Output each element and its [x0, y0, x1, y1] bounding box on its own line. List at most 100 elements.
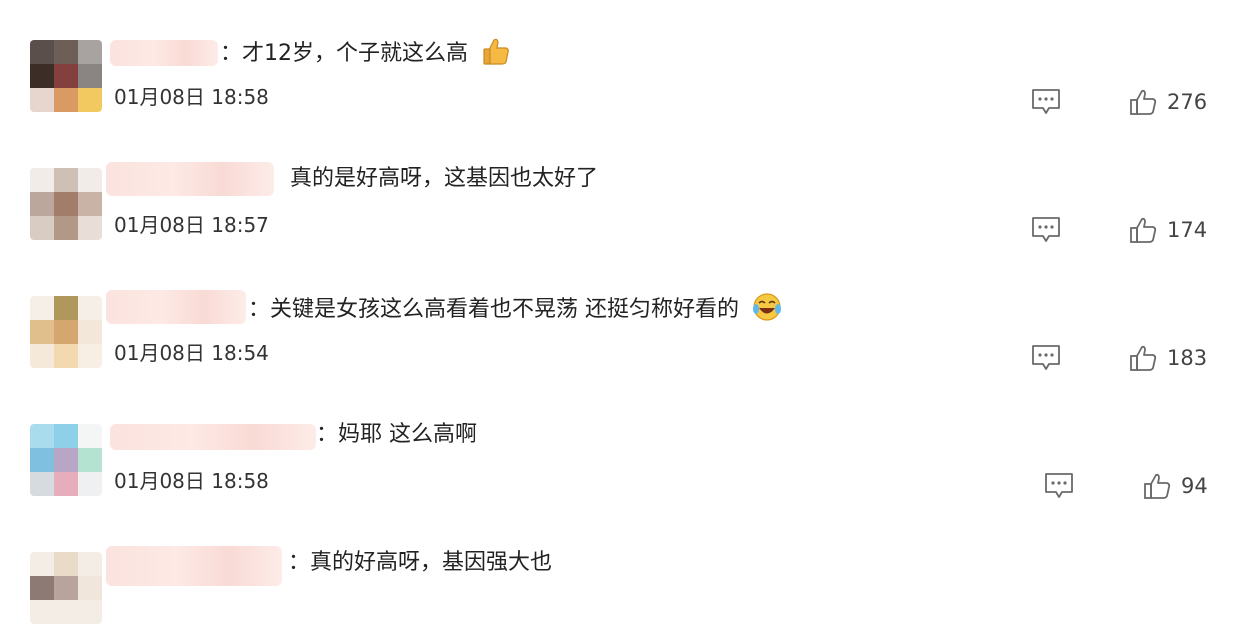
avatar[interactable] [30, 424, 102, 496]
avatar-pixel [54, 424, 78, 448]
timestamp: 01月08日 18:57 [114, 212, 269, 238]
reply-comment-icon[interactable] [1031, 344, 1061, 372]
avatar-pixel [30, 424, 54, 448]
avatar-pixel [30, 296, 54, 320]
avatar-pixel [30, 472, 54, 496]
comment-item: ：真的好高呀，基因强大也 [0, 512, 1236, 624]
avatar-pixel [54, 472, 78, 496]
avatar-pixel [78, 296, 102, 320]
comment-body: 真的好高呀，基因强大也 [310, 550, 553, 575]
time-text: 18:57 [211, 213, 269, 237]
avatar[interactable] [30, 552, 102, 624]
comment-separator: ： [220, 41, 243, 66]
avatar-pixel [30, 88, 54, 112]
avatar-pixel [54, 64, 78, 88]
comment-text: 真的是好高呀，这基因也太好了 [290, 164, 598, 194]
time-text: 18:58 [211, 85, 269, 109]
avatar-pixel [54, 600, 78, 624]
avatar-pixel [78, 88, 102, 112]
time-text: 18:54 [211, 341, 269, 365]
avatar-pixel [78, 552, 102, 576]
comment-text: ：关键是女孩这么高看着也不晃荡 还挺匀称好看的 [248, 292, 782, 325]
avatar-pixel [78, 448, 102, 472]
comment-item: ：才12岁，个子就这么高 01月08日 18:58 276 [0, 0, 1236, 128]
avatar-pixel [54, 320, 78, 344]
username-blurred[interactable] [106, 546, 282, 586]
reply-comment-icon[interactable] [1031, 88, 1061, 116]
avatar[interactable] [30, 40, 102, 112]
avatar-pixel [54, 296, 78, 320]
comment-body: 妈耶 这么高啊 [338, 422, 478, 447]
avatar-pixel [78, 600, 102, 624]
comment-text: ：真的好高呀，基因强大也 [288, 548, 552, 578]
avatar-pixel [54, 448, 78, 472]
avatar-pixel [54, 40, 78, 64]
thumbs-up-icon [1130, 89, 1157, 115]
username-blurred[interactable] [106, 162, 274, 196]
avatar-pixel [30, 448, 54, 472]
time-text: 18:58 [211, 469, 269, 493]
timestamp: 01月08日 18:58 [114, 84, 269, 110]
like-count: 174 [1167, 218, 1208, 242]
avatar-pixel [54, 88, 78, 112]
comment-body: 才12岁，个子就这么高 [242, 41, 469, 66]
like-button[interactable]: 94 [1143, 471, 1208, 501]
timestamp: 01月08日 18:58 [114, 468, 269, 494]
comment-item: ：妈耶 这么高啊 01月08日 18:58 94 [0, 384, 1236, 512]
avatar-pixel [54, 192, 78, 216]
avatar-pixel [54, 552, 78, 576]
avatar-pixel [78, 64, 102, 88]
avatar-pixel [54, 168, 78, 192]
thumbs-up-icon [1130, 345, 1157, 371]
date-text: 01月08日 [114, 85, 205, 109]
avatar-pixel [30, 320, 54, 344]
avatar-pixel [78, 216, 102, 240]
comment-text: ：妈耶 这么高啊 [316, 420, 477, 450]
avatar-pixel [30, 64, 54, 88]
avatar-pixel [30, 344, 54, 368]
username-blurred[interactable] [110, 40, 218, 66]
like-button[interactable]: 174 [1129, 215, 1207, 245]
comment-item: 真的是好高呀，这基因也太好了 01月08日 18:57 174 [0, 128, 1236, 256]
thumbs-up-emoji-icon [483, 38, 509, 65]
date-text: 01月08日 [114, 213, 205, 237]
comment-body: 关键是女孩这么高看着也不晃荡 还挺匀称好看的 [270, 297, 740, 322]
avatar-pixel [78, 344, 102, 368]
laughing-tears-emoji-icon [753, 293, 782, 321]
avatar-pixel [78, 192, 102, 216]
avatar-pixel [78, 320, 102, 344]
avatar-pixel [78, 576, 102, 600]
username-blurred[interactable] [106, 290, 246, 324]
avatar-pixel [30, 192, 54, 216]
avatar-pixel [78, 472, 102, 496]
avatar-pixel [30, 168, 54, 192]
comment-separator: ： [248, 297, 271, 322]
avatar-pixel [30, 552, 54, 576]
avatar-pixel [54, 344, 78, 368]
timestamp: 01月08日 18:54 [114, 340, 269, 366]
comment-separator: ： [316, 422, 339, 447]
reply-comment-icon[interactable] [1031, 216, 1061, 244]
comment-body: 真的是好高呀，这基因也太好了 [290, 166, 599, 191]
thumbs-up-icon [1144, 473, 1171, 499]
avatar-pixel [78, 40, 102, 64]
avatar-pixel [54, 216, 78, 240]
avatar[interactable] [30, 168, 102, 240]
avatar-pixel [78, 168, 102, 192]
like-button[interactable]: 183 [1129, 343, 1207, 373]
avatar[interactable] [30, 296, 102, 368]
avatar-pixel [54, 576, 78, 600]
date-text: 01月08日 [114, 341, 205, 365]
avatar-pixel [78, 424, 102, 448]
comment-item: ：关键是女孩这么高看着也不晃荡 还挺匀称好看的 01月08日 18:54 183 [0, 256, 1236, 384]
username-blurred[interactable] [110, 424, 316, 450]
reply-comment-icon[interactable] [1044, 472, 1074, 500]
comment-separator: ： [288, 550, 311, 575]
date-text: 01月08日 [114, 469, 205, 493]
avatar-pixel [30, 600, 54, 624]
avatar-pixel [30, 576, 54, 600]
comment-text: ：才12岁，个子就这么高 [220, 36, 511, 69]
like-count: 183 [1167, 346, 1208, 370]
like-button[interactable]: 276 [1129, 87, 1207, 117]
avatar-pixel [30, 216, 54, 240]
